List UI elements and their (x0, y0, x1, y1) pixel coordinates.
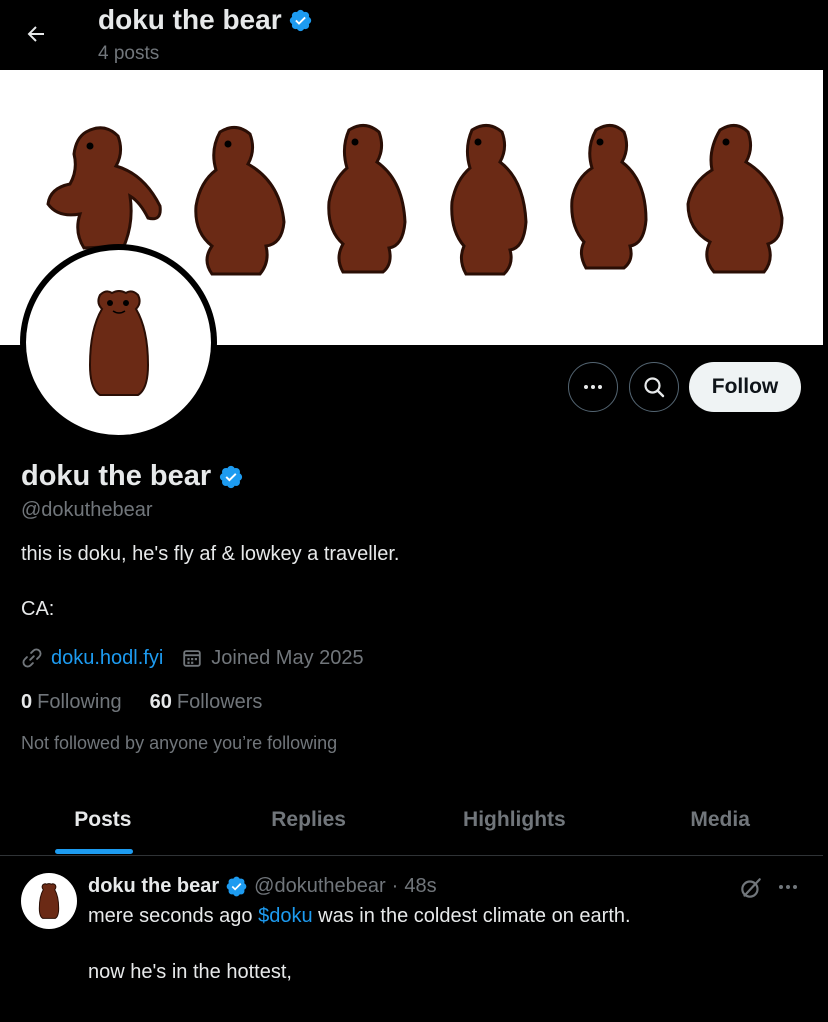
back-arrow-icon (27, 26, 44, 42)
profile-website-link[interactable]: doku.hodl.fyi (51, 647, 163, 670)
active-tab-indicator (55, 849, 133, 854)
profile-counts: 0 Following 60 Followers (21, 691, 262, 714)
profile-bio: this is doku, he's fly af & lowkey a tra… (21, 543, 400, 565)
followers-count: 60 (149, 691, 172, 713)
following-link[interactable]: 0 Following (21, 691, 122, 714)
calendar-icon (183, 650, 202, 667)
bear-illustration (194, 126, 286, 276)
verified-badge-icon (226, 876, 247, 897)
header-post-count: 4 posts (98, 43, 160, 64)
profile-meta: doku.hodl.fyi Joined May 2025 (21, 644, 364, 672)
cashtag-link[interactable]: $doku (258, 905, 313, 927)
not-followed-note: Not followed by anyone you’re following (21, 733, 338, 753)
tab-posts[interactable]: Posts (0, 790, 206, 855)
header-title-row: doku the bear (98, 4, 313, 36)
bear-avatar-illustration (88, 289, 149, 396)
search-button[interactable] (629, 362, 679, 412)
post-item[interactable]: doku the bear @dokuthebear · 48s mere se… (0, 857, 823, 1022)
verified-badge-icon (289, 9, 311, 31)
following-label: Following (37, 691, 122, 713)
more-button[interactable] (568, 362, 618, 412)
profile-name-row: doku the bear (21, 460, 244, 493)
calendar-icon-wrap (181, 647, 203, 669)
profile-joined: Joined May 2025 (211, 646, 364, 669)
tab-highlights[interactable]: Highlights (412, 790, 618, 855)
bear-avatar-illustration (38, 883, 60, 919)
bear-illustration (570, 124, 648, 270)
post-author-name[interactable]: doku the bear (88, 875, 219, 898)
link-icon (22, 648, 42, 668)
follow-button[interactable]: Follow (689, 362, 801, 412)
bear-illustration (46, 126, 162, 250)
post-text-line: now he's in the hottest, (88, 961, 292, 983)
profile-name: doku the bear (21, 460, 212, 492)
post-text-line: mere seconds ago $doku was in the coldes… (88, 905, 631, 928)
bear-illustration (327, 124, 407, 274)
profile-ca-label: CA: (21, 598, 55, 620)
post-author-handle[interactable]: @dokuthebear (254, 875, 386, 898)
back-button[interactable] (16, 14, 56, 54)
bear-illustration (450, 124, 528, 276)
profile-avatar[interactable] (20, 244, 217, 441)
tab-replies[interactable]: Replies (206, 790, 412, 855)
post-text-segment: mere seconds ago (88, 905, 259, 927)
followers-link[interactable]: 60 Followers (150, 691, 263, 714)
more-icon[interactable] (776, 875, 800, 899)
bear-illustration (686, 124, 784, 274)
following-count: 0 (21, 691, 33, 713)
tab-media[interactable]: Media (617, 790, 823, 855)
post-timestamp[interactable]: 48s (404, 875, 436, 898)
search-icon (644, 377, 665, 398)
grok-icon[interactable] (738, 875, 764, 901)
more-icon (584, 385, 602, 389)
profile-tabs: Posts Replies Highlights Media (0, 790, 823, 856)
verified-badge-icon[interactable] (218, 464, 244, 490)
profile-handle: @dokuthebear (21, 499, 153, 521)
post-avatar[interactable] (21, 873, 77, 929)
header-title: doku the bear (98, 4, 282, 35)
post-header: doku the bear @dokuthebear · 48s (88, 875, 437, 898)
post-separator: · (391, 875, 399, 897)
top-bar: doku the bear 4 posts (0, 0, 828, 70)
post-text-segment: was in the coldest climate on earth. (312, 905, 631, 927)
avatar (26, 250, 211, 435)
followers-label: Followers (176, 691, 263, 713)
